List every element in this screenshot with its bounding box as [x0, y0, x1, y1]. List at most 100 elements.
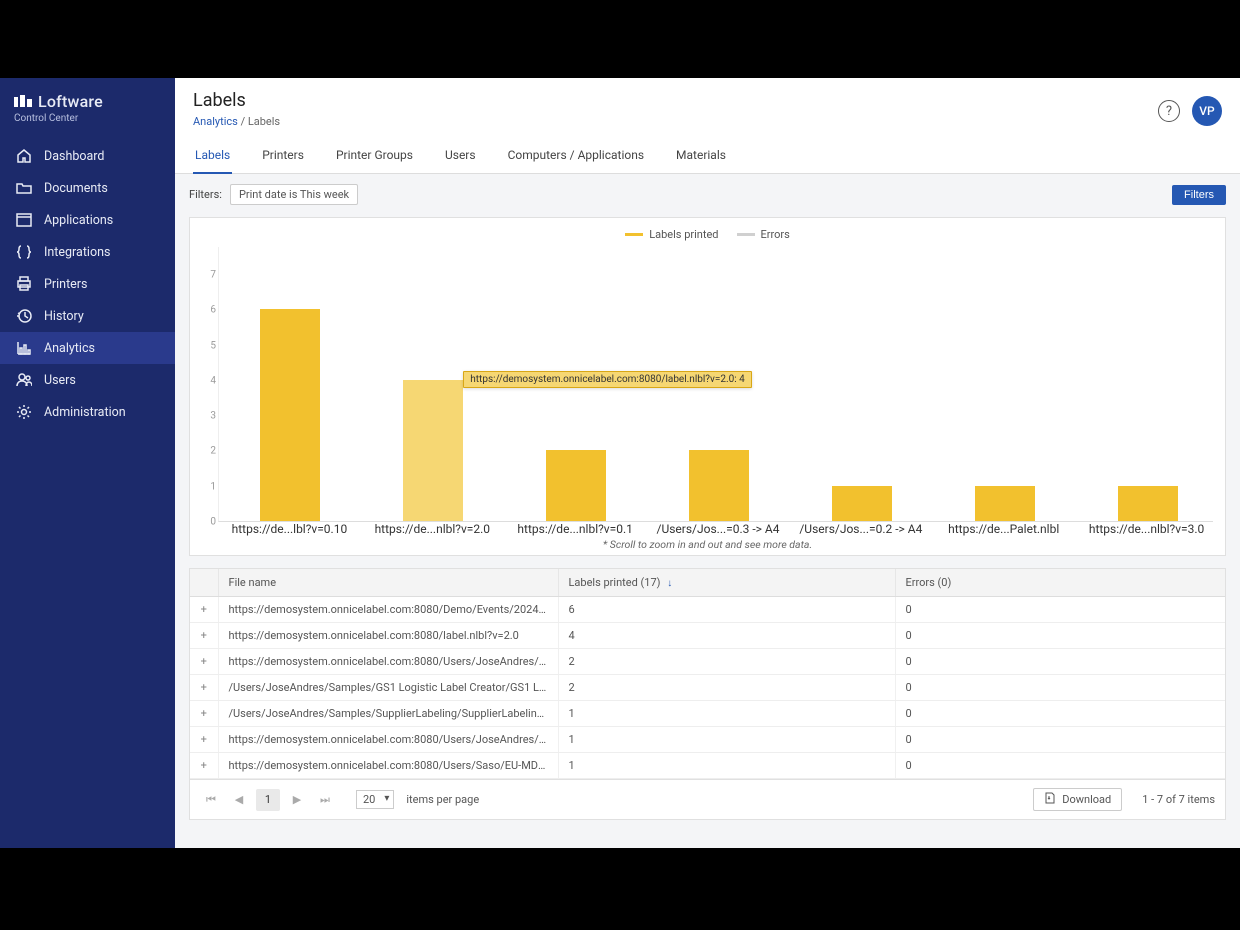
y-tick: 7: [210, 270, 216, 281]
expand-row-button[interactable]: +: [190, 727, 218, 753]
sidebar-item-label: Analytics: [44, 341, 95, 356]
table-row[interactable]: +/Users/JoseAndres/Samples/SupplierLabel…: [190, 701, 1225, 727]
sidebar-item-documents[interactable]: Documents: [0, 172, 175, 204]
cell-file-name: https://demosystem.onnicelabel.com:8080/…: [218, 753, 558, 779]
download-label: Download: [1062, 793, 1111, 806]
legend-item[interactable]: Errors: [737, 228, 790, 241]
open-filters-button[interactable]: Filters: [1172, 185, 1226, 205]
cell-file-name: https://demosystem.onnicelabel.com:8080/…: [218, 727, 558, 753]
cell-errors: 0: [895, 597, 1225, 623]
labels-table: File nameLabels printed (17) ↓Errors (0)…: [189, 568, 1226, 820]
table-row[interactable]: +https://demosystem.onnicelabel.com:8080…: [190, 727, 1225, 753]
table-pager: ⏮ ◀ 1 ▶ ⏭ 20 items per page Download: [190, 779, 1225, 819]
folder-icon: [16, 180, 32, 196]
x-tick-label: https://de...lbl?v=0.10: [232, 522, 348, 536]
sidebar-item-users[interactable]: Users: [0, 364, 175, 396]
x-tick-label: https://de...Palet.nlbl: [948, 522, 1059, 536]
braces-icon: [16, 244, 32, 260]
chart-bar[interactable]: [975, 486, 1035, 521]
table-header[interactable]: Errors (0): [895, 569, 1225, 597]
legend-item[interactable]: Labels printed: [625, 228, 718, 241]
labels-chart: Labels printed Errors 01234567 https://de…: [189, 217, 1226, 556]
printer-icon: [16, 276, 32, 292]
cell-labels-printed: 2: [558, 649, 895, 675]
table-header[interactable]: Labels printed (17) ↓: [558, 569, 895, 597]
help-icon[interactable]: ?: [1158, 100, 1180, 122]
filter-chip-printdate[interactable]: Print date is This week: [230, 184, 358, 205]
tab-computers-applications[interactable]: Computers / Applications: [506, 140, 646, 173]
table-row[interactable]: +https://demosystem.onnicelabel.com:8080…: [190, 649, 1225, 675]
download-button[interactable]: Download: [1033, 788, 1122, 811]
expand-row-button[interactable]: +: [190, 701, 218, 727]
chart-bar[interactable]: [832, 486, 892, 521]
x-tick-label: /Users/Jos...=0.3 -> A4: [656, 522, 779, 536]
tab-users[interactable]: Users: [443, 140, 478, 173]
chart-bar[interactable]: [546, 450, 606, 521]
pager-range-label: 1 - 7 of 7 items: [1142, 793, 1215, 806]
expand-row-button[interactable]: +: [190, 597, 218, 623]
chart-x-axis: https://de...lbl?v=0.10 https://de...nlbl…: [202, 522, 1213, 536]
breadcrumb-parent-link[interactable]: Analytics: [193, 115, 238, 128]
sidebar-item-label: Printers: [44, 277, 87, 292]
chart-bar[interactable]: [260, 309, 320, 521]
y-tick: 5: [210, 340, 216, 351]
table-row[interactable]: +https://demosystem.onnicelabel.com:8080…: [190, 623, 1225, 649]
page-title: Labels: [193, 90, 1158, 111]
chart-bar[interactable]: [1118, 486, 1178, 521]
pager-last-button[interactable]: ⏭: [314, 789, 336, 811]
expand-row-button[interactable]: +: [190, 753, 218, 779]
x-tick-label: https://de...nlbl?v=3.0: [1089, 522, 1204, 536]
y-tick: 2: [210, 446, 216, 457]
pager-prev-button[interactable]: ◀: [228, 789, 250, 811]
tab-labels[interactable]: Labels: [193, 140, 232, 174]
chart-bar[interactable]: [689, 450, 749, 521]
cell-file-name: https://demosystem.onnicelabel.com:8080/…: [218, 649, 558, 675]
filters-bar: Filters: Print date is This week Filters: [189, 184, 1226, 205]
sidebar-item-label: History: [44, 309, 84, 324]
pager-current-page[interactable]: 1: [256, 789, 280, 811]
table-row[interactable]: +/Users/JoseAndres/Samples/GS1 Logistic …: [190, 675, 1225, 701]
sidebar-item-label: Documents: [44, 181, 108, 196]
cell-errors: 0: [895, 675, 1225, 701]
brand-subtitle: Control Center: [14, 113, 161, 124]
cell-labels-printed: 1: [558, 727, 895, 753]
home-icon: [16, 148, 32, 164]
cell-file-name: /Users/JoseAndres/Samples/GS1 Logistic L…: [218, 675, 558, 701]
expand-row-button[interactable]: +: [190, 675, 218, 701]
legend-swatch-icon: [737, 233, 755, 236]
sidebar-item-analytics[interactable]: Analytics: [0, 332, 175, 364]
cell-errors: 0: [895, 623, 1225, 649]
chart-legend: Labels printed Errors: [202, 228, 1213, 241]
sidebar-item-label: Integrations: [44, 245, 110, 260]
sidebar-item-printers[interactable]: Printers: [0, 268, 175, 300]
sidebar-item-administration[interactable]: Administration: [0, 396, 175, 428]
sidebar-item-applications[interactable]: Applications: [0, 204, 175, 236]
sidebar-item-integrations[interactable]: Integrations: [0, 236, 175, 268]
chart-bar[interactable]: [403, 380, 463, 521]
user-avatar[interactable]: VP: [1192, 96, 1222, 126]
pager-first-button[interactable]: ⏮: [200, 789, 222, 811]
cell-labels-printed: 1: [558, 753, 895, 779]
sidebar-item-history[interactable]: History: [0, 300, 175, 332]
expand-row-button[interactable]: +: [190, 623, 218, 649]
pager-pagesize-select[interactable]: 20: [356, 790, 394, 809]
chart-y-axis: 01234567: [202, 247, 218, 522]
table-row[interactable]: +https://demosystem.onnicelabel.com:8080…: [190, 597, 1225, 623]
sidebar-item-label: Administration: [44, 405, 126, 420]
cell-errors: 0: [895, 701, 1225, 727]
cell-labels-printed: 2: [558, 675, 895, 701]
chart-plot-area[interactable]: https://demosystem.onnicelabel.com:8080/…: [218, 247, 1213, 522]
legend-swatch-icon: [625, 233, 643, 236]
tab-printer-groups[interactable]: Printer Groups: [334, 140, 415, 173]
cell-labels-printed: 6: [558, 597, 895, 623]
table-header[interactable]: File name: [218, 569, 558, 597]
pager-next-button[interactable]: ▶: [286, 789, 308, 811]
expand-row-button[interactable]: +: [190, 649, 218, 675]
tab-materials[interactable]: Materials: [674, 140, 728, 173]
table-row[interactable]: +https://demosystem.onnicelabel.com:8080…: [190, 753, 1225, 779]
sidebar-item-dashboard[interactable]: Dashboard: [0, 140, 175, 172]
brand-block: Loftware Control Center: [0, 78, 175, 130]
tab-printers[interactable]: Printers: [260, 140, 306, 173]
cell-file-name: /Users/JoseAndres/Samples/SupplierLabeli…: [218, 701, 558, 727]
sort-desc-icon: ↓: [667, 578, 672, 589]
